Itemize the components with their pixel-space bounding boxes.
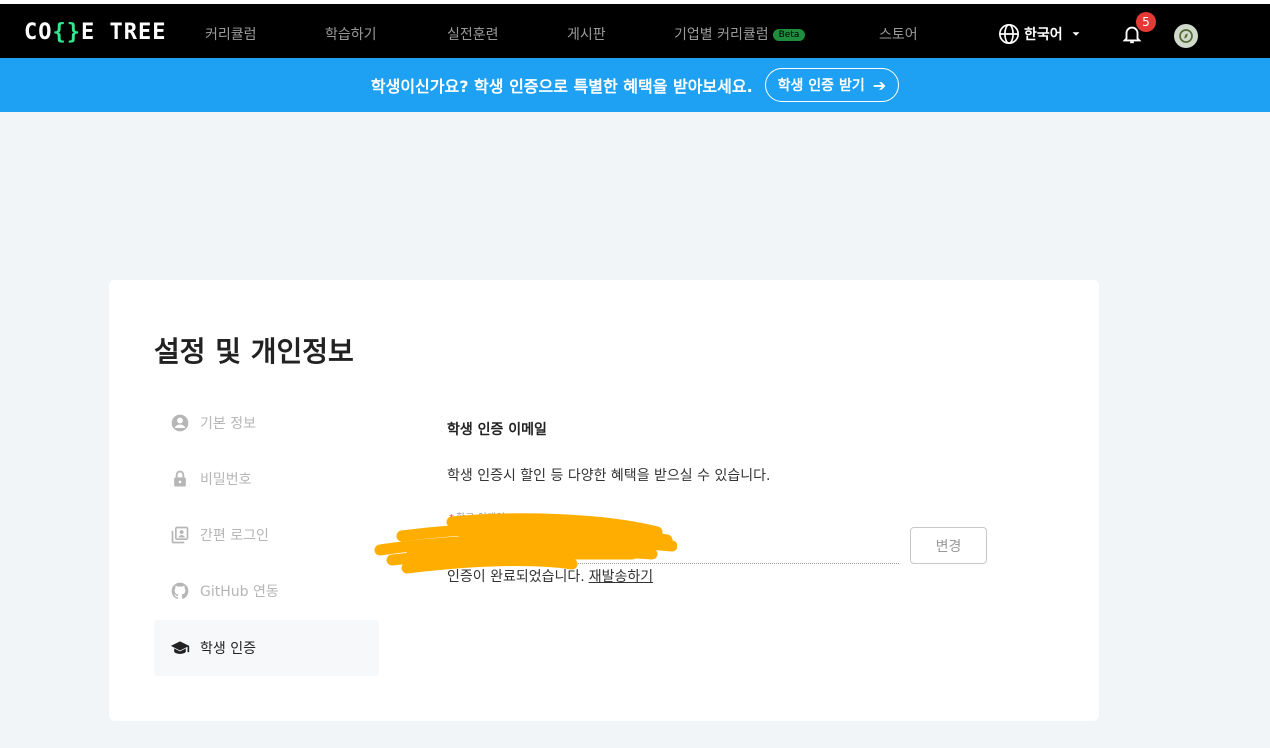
codetree-logo[interactable]: CO{} E TREE	[24, 18, 166, 46]
caret-down-icon	[1072, 32, 1080, 36]
avatar[interactable]	[1174, 24, 1198, 48]
lock-icon	[174, 470, 186, 487]
logo-text-accent: {}	[52, 19, 81, 45]
language-label: 한국어	[1024, 27, 1063, 43]
github-icon	[171, 582, 189, 599]
user-circle-icon	[171, 414, 189, 432]
nav-store[interactable]: 스토어	[879, 24, 918, 44]
section-description: 학생 인증시 할인 등 다양한 혜택을 받으실 수 있습니다.	[447, 468, 771, 484]
student-promo-banner: 학생이신가요? 학생 인증으로 특별한 혜택을 받아보세요. 학생 인증 받기 …	[0, 58, 1270, 112]
logo-text-left: CO	[24, 19, 53, 45]
section-title: 학생 인증 이메일	[447, 422, 547, 438]
notification-badge: 5	[1136, 12, 1156, 32]
nav-company-curriculum[interactable]: 기업별 커리큘럼 Beta	[674, 24, 806, 44]
graduation-cap-icon	[170, 641, 190, 654]
sidebar-item-student-verification[interactable]: 학생 인증	[154, 620, 379, 676]
logo-text-right: E TREE	[81, 19, 167, 45]
resend-link[interactable]: 재발송하기	[589, 569, 653, 585]
globe-icon	[999, 24, 1019, 44]
account-box-icon	[171, 526, 189, 544]
language-selector[interactable]: 한국어	[998, 23, 1087, 45]
get-student-verification-button[interactable]: 학생 인증 받기 ➔	[764, 68, 900, 102]
sidebar-item-github[interactable]: GitHub 연동	[154, 563, 379, 619]
top-navbar: CO{} E TREE 커리큘럼 학습하기 실전훈련 게시판 기업별 커리큘럼 Be…	[0, 0, 1270, 58]
page-title: 설정 및 개인정보	[154, 335, 354, 368]
sidebar-item-password[interactable]: 비밀번호	[154, 451, 379, 507]
arrow-right-icon: ➔	[872, 75, 887, 95]
beta-badge: Beta	[772, 29, 806, 41]
nav-board[interactable]: 게시판	[567, 24, 606, 44]
sidebar-item-basic-info[interactable]: 기본 정보	[154, 395, 379, 451]
nav-practice[interactable]: 실전훈련	[447, 24, 499, 44]
change-email-button[interactable]: 변경	[910, 527, 987, 564]
compass-icon	[1179, 29, 1193, 43]
nav-curriculum[interactable]: 커리큘럼	[205, 24, 257, 44]
verification-status: 인증이 완료되었습니다. 재발송하기	[447, 569, 654, 585]
banner-text: 학생이신가요? 학생 인증으로 특별한 혜택을 받아보세요.	[370, 77, 753, 96]
sidebar-item-easy-login[interactable]: 간편 로그인	[154, 507, 379, 563]
nav-learn[interactable]: 학습하기	[325, 24, 377, 44]
